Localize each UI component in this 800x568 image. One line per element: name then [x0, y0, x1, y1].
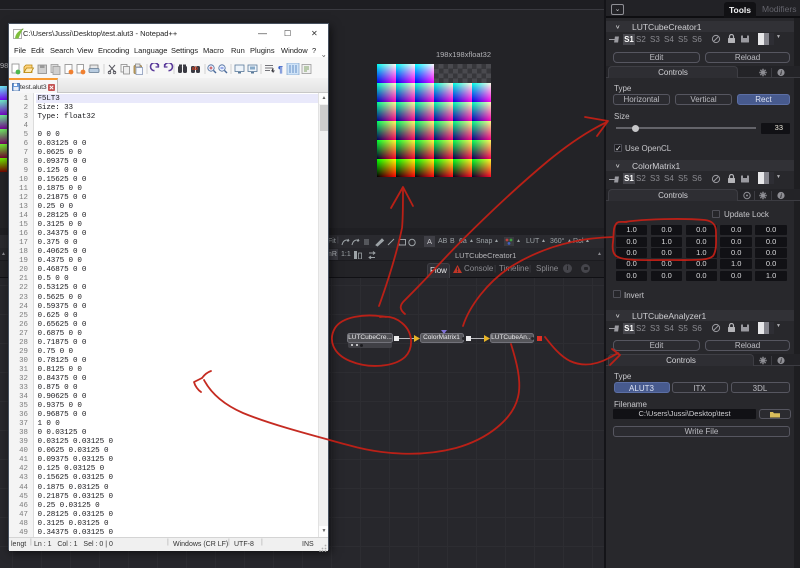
- svg-text:¶: ¶: [278, 65, 283, 75]
- svg-text:ab: ab: [192, 66, 198, 72]
- svg-text:i: i: [780, 70, 782, 77]
- svg-text:i: i: [780, 358, 782, 365]
- svg-text:i: i: [780, 193, 782, 200]
